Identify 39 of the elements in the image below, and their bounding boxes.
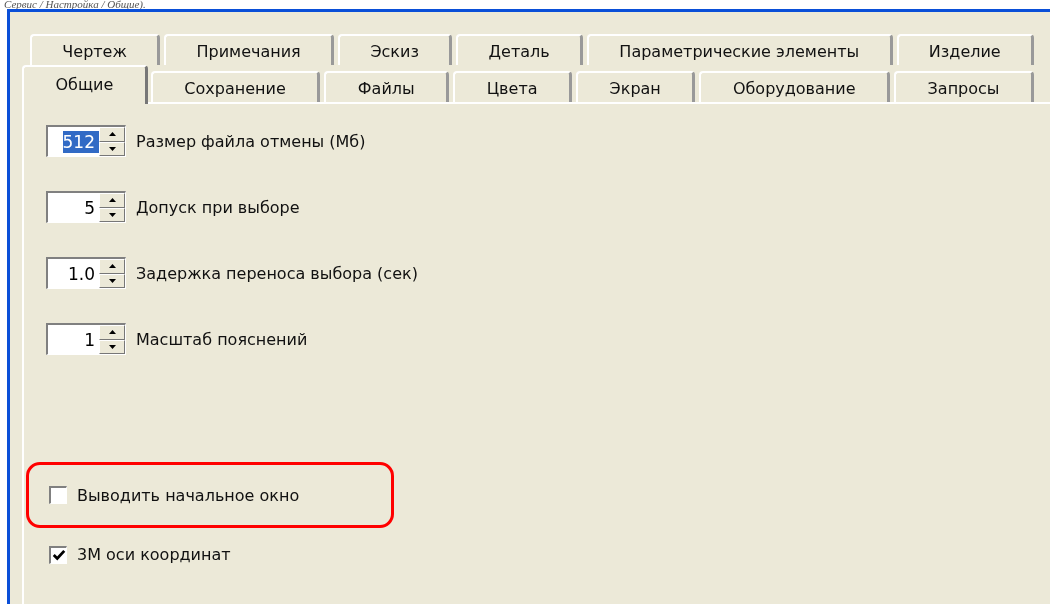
number-spinner[interactable]: 1.0 <box>46 257 126 289</box>
spin-up-button[interactable] <box>99 127 125 142</box>
triangle-up-icon <box>108 198 116 203</box>
tab[interactable]: Файлы <box>324 71 450 104</box>
triangle-down-icon <box>108 278 116 283</box>
check-mark-icon <box>51 548 66 562</box>
number-spinner[interactable]: 5 <box>46 191 126 223</box>
spin-up-button[interactable] <box>99 259 125 274</box>
spinner-label: Размер файла отмены (Мб) <box>136 131 366 151</box>
spin-up-button[interactable] <box>99 325 125 340</box>
spin-up-button[interactable] <box>99 193 125 208</box>
spinner-label: Допуск при выборе <box>136 197 300 217</box>
triangle-up-icon <box>108 132 116 137</box>
tab[interactable]: Оборудование <box>699 71 891 104</box>
checkbox[interactable] <box>49 486 67 504</box>
spinner-label: Задержка переноса выбора (сек) <box>136 263 418 283</box>
tab[interactable]: Примечания <box>164 34 335 65</box>
tab[interactable]: Экран <box>576 71 696 104</box>
tab[interactable]: Параметрические элементы <box>587 34 893 65</box>
tab[interactable]: Деталь <box>456 34 584 65</box>
triangle-up-icon <box>108 330 116 335</box>
tab[interactable]: Запросы <box>894 71 1035 104</box>
checkbox-label: Выводить начальное окно <box>77 485 300 505</box>
triangle-down-icon <box>108 344 116 349</box>
checkbox-label: 3М оси координат <box>77 545 231 564</box>
tab[interactable]: Сохранение <box>150 71 321 104</box>
tab[interactable]: Чертеж <box>30 34 161 65</box>
triangle-down-icon <box>108 146 116 151</box>
caption-text: Сервис / Настройка / Общие). <box>3 0 147 9</box>
number-spinner[interactable]: 1 <box>46 323 126 355</box>
tab[interactable]: Общие <box>22 65 148 104</box>
tab[interactable]: Изделие <box>896 34 1035 65</box>
number-spinner[interactable]: 512 <box>46 125 126 157</box>
triangle-up-icon <box>108 264 116 269</box>
checkbox[interactable] <box>49 545 67 564</box>
tab[interactable]: Цвета <box>453 71 573 104</box>
spinner-label: Масштаб пояснений <box>136 329 308 349</box>
tab[interactable]: Эскиз <box>338 34 453 65</box>
triangle-down-icon <box>108 212 116 217</box>
